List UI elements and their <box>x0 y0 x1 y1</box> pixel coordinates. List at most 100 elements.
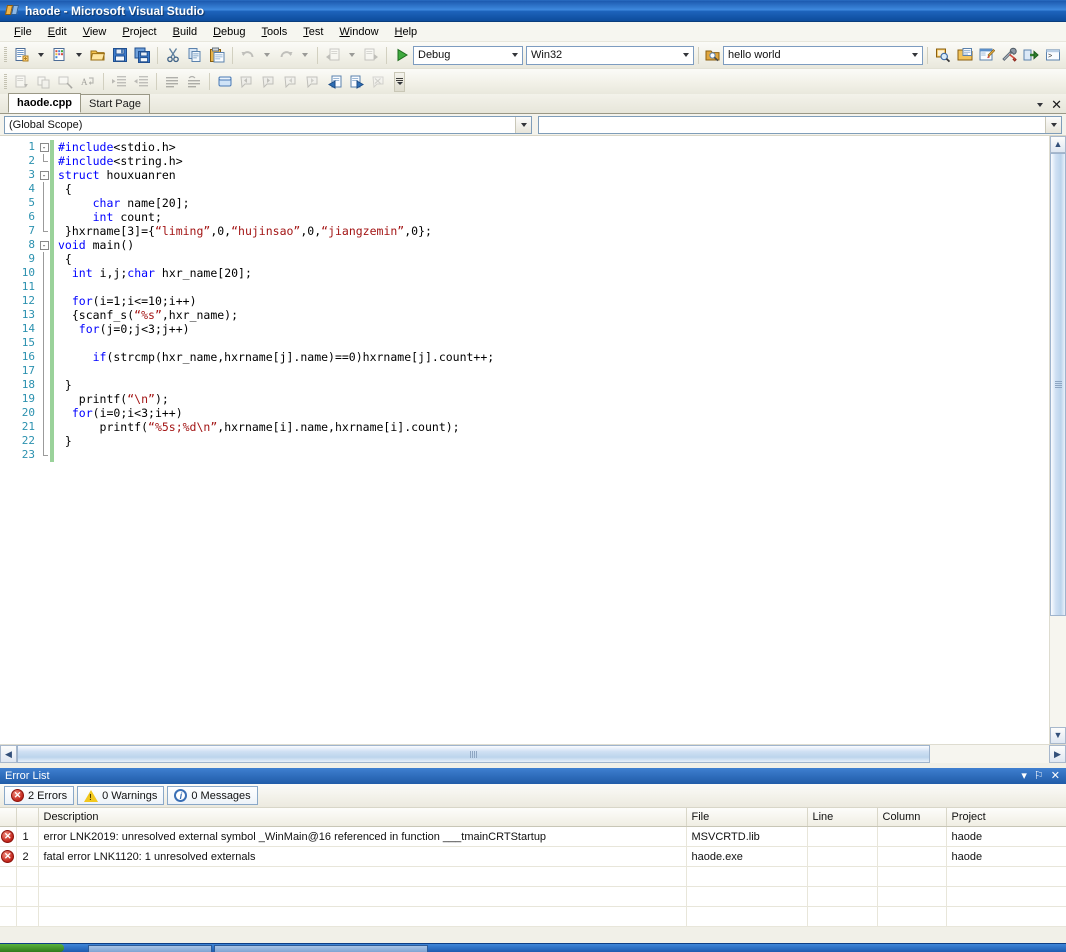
fold-indicator[interactable] <box>38 196 50 210</box>
fold-indicator[interactable] <box>38 308 50 322</box>
navigate-backward-icon[interactable] <box>322 44 344 66</box>
fold-indicator[interactable] <box>38 392 50 406</box>
toggle-word-wrap-icon[interactable]: A <box>77 71 99 93</box>
fold-indicator[interactable] <box>38 406 50 420</box>
fold-indicator[interactable] <box>38 266 50 280</box>
scope-combo[interactable]: (Global Scope) <box>4 115 532 134</box>
menu-item-project[interactable]: Project <box>114 24 164 40</box>
code-line[interactable]: 12 for(i=1;i<=10;i++) <box>0 294 1049 308</box>
code-line[interactable]: 7 }hxrname[3]={“liming”,0,“hujinsao”,0,“… <box>0 224 1049 238</box>
code-line[interactable]: 17 <box>0 364 1049 378</box>
quick-info-icon[interactable] <box>55 71 77 93</box>
save-icon[interactable] <box>109 44 131 66</box>
error-list-row[interactable]: ✕ 1 error LNK2019: unresolved external sym… <box>0 826 1066 847</box>
fold-indicator[interactable] <box>38 378 50 392</box>
toolbox-icon[interactable] <box>998 44 1020 66</box>
solution-platform-combo[interactable]: Win32 <box>526 45 694 65</box>
member-combo[interactable] <box>538 115 1062 134</box>
previous-bookmark-doc-icon[interactable] <box>324 71 346 93</box>
code-lines[interactable]: 1- #include<stdio.h> 2 #include<string.h> 3-… <box>0 136 1049 744</box>
col-column[interactable]: Column <box>877 808 947 827</box>
fold-indicator[interactable] <box>38 182 50 196</box>
col-file[interactable]: File <box>686 808 808 827</box>
fold-indicator[interactable] <box>38 224 50 238</box>
code-line[interactable]: 22 } <box>0 434 1049 448</box>
command-window-icon[interactable]: > <box>1042 44 1064 66</box>
col-project[interactable]: Project <box>946 808 1066 827</box>
code-line[interactable]: 18 } <box>0 378 1049 392</box>
code-line[interactable]: 10 int i,j;char hxr_name[20]; <box>0 266 1049 280</box>
paste-icon[interactable] <box>206 44 228 66</box>
fold-indicator[interactable] <box>38 280 50 294</box>
previous-bookmark-folder-icon[interactable] <box>280 71 302 93</box>
fold-indicator[interactable] <box>38 448 50 462</box>
fold-indicator[interactable]: - <box>38 238 50 252</box>
error-list-row[interactable]: ✕ 2 fatal error LNK1120: 1 unresolved exte… <box>0 846 1066 867</box>
vertical-scroll-thumb[interactable] <box>1050 153 1066 616</box>
tab-start-page[interactable]: Start Page <box>80 94 150 113</box>
new-project-dropdown-icon[interactable] <box>33 44 49 66</box>
clear-bookmarks-icon[interactable] <box>368 71 390 93</box>
chevron-down-icon[interactable] <box>678 53 693 57</box>
horizontal-scroll-thumb[interactable] <box>17 745 930 763</box>
code-line[interactable]: 4 { <box>0 182 1049 196</box>
chevron-down-icon[interactable] <box>1045 116 1061 133</box>
panel-pin-icon[interactable]: ⚐ <box>1034 770 1044 782</box>
next-bookmark-folder-icon[interactable] <box>302 71 324 93</box>
code-line[interactable]: 21 printf(“%5s;%d\n”,hxrname[i].name,hxr… <box>0 420 1049 434</box>
solution-explorer-icon[interactable] <box>954 44 976 66</box>
errors-filter-button[interactable]: ✕ 2 Errors <box>4 786 75 805</box>
scroll-down-button[interactable]: ▼ <box>1050 727 1066 744</box>
chevron-down-icon[interactable] <box>515 116 531 133</box>
next-bookmark-icon[interactable] <box>258 71 280 93</box>
display-object-members-icon[interactable] <box>11 71 33 93</box>
code-line[interactable]: 16 if(strcmp(hxr_name,hxrname[j].name)==… <box>0 350 1049 364</box>
fold-indicator[interactable] <box>38 294 50 308</box>
menu-item-edit[interactable]: Edit <box>40 24 75 40</box>
scroll-right-button[interactable]: ▶ <box>1049 745 1066 763</box>
code-line[interactable]: 15 <box>0 336 1049 350</box>
scroll-up-button[interactable]: ▲ <box>1050 136 1066 153</box>
menu-item-file[interactable]: File <box>6 24 40 40</box>
editor-vertical-scrollbar[interactable]: ▲ ▼ <box>1049 136 1066 744</box>
start-debugging-icon[interactable] <box>391 44 413 66</box>
properties-window-icon[interactable] <box>976 44 998 66</box>
code-line[interactable]: 14 for(j=0;j<3;j++) <box>0 322 1049 336</box>
redo-icon[interactable] <box>275 44 297 66</box>
code-line[interactable]: 19 printf(“\n”); <box>0 392 1049 406</box>
solution-configuration-combo[interactable]: Debug <box>413 45 523 65</box>
horizontal-scroll-track[interactable] <box>17 745 1049 763</box>
fold-indicator[interactable] <box>38 154 50 168</box>
menu-item-debug[interactable]: Debug <box>205 24 253 40</box>
col-icon[interactable] <box>0 808 17 827</box>
object-browser-icon[interactable] <box>1020 44 1042 66</box>
scroll-left-button[interactable]: ◀ <box>0 745 17 763</box>
fold-indicator[interactable] <box>38 364 50 378</box>
chevron-down-icon[interactable] <box>907 53 922 57</box>
code-line[interactable]: 6 int count; <box>0 210 1049 224</box>
menu-item-view[interactable]: View <box>75 24 115 40</box>
copy-icon[interactable] <box>184 44 206 66</box>
cut-icon[interactable] <box>162 44 184 66</box>
next-bookmark-doc-icon[interactable] <box>346 71 368 93</box>
code-surface[interactable]: 1- #include<stdio.h> 2 #include<string.h> 3-… <box>0 136 1049 744</box>
previous-bookmark-icon[interactable] <box>236 71 258 93</box>
code-line[interactable]: 8- void main() <box>0 238 1049 252</box>
menu-item-window[interactable]: Window <box>331 24 386 40</box>
fold-indicator[interactable] <box>38 252 50 266</box>
fold-indicator[interactable] <box>38 420 50 434</box>
comment-selection-icon[interactable] <box>161 71 183 93</box>
vertical-scroll-track[interactable] <box>1050 153 1066 727</box>
panel-dropdown-icon[interactable]: ▾ <box>1021 770 1027 782</box>
increase-indent-icon[interactable] <box>108 71 130 93</box>
code-line[interactable]: 13 {scanf_s(“%s”,hxr_name); <box>0 308 1049 322</box>
code-line[interactable]: 20 for(i=0;i<3;i++) <box>0 406 1049 420</box>
add-new-item-icon[interactable] <box>49 44 71 66</box>
fold-indicator[interactable]: - <box>38 140 50 154</box>
undo-icon[interactable] <box>237 44 259 66</box>
add-new-item-dropdown-icon[interactable] <box>71 44 87 66</box>
navigate-forward-icon[interactable] <box>360 44 382 66</box>
undo-dropdown-icon[interactable] <box>259 44 275 66</box>
menu-item-tools[interactable]: Tools <box>254 24 296 40</box>
find-combo[interactable]: hello world <box>723 45 923 65</box>
